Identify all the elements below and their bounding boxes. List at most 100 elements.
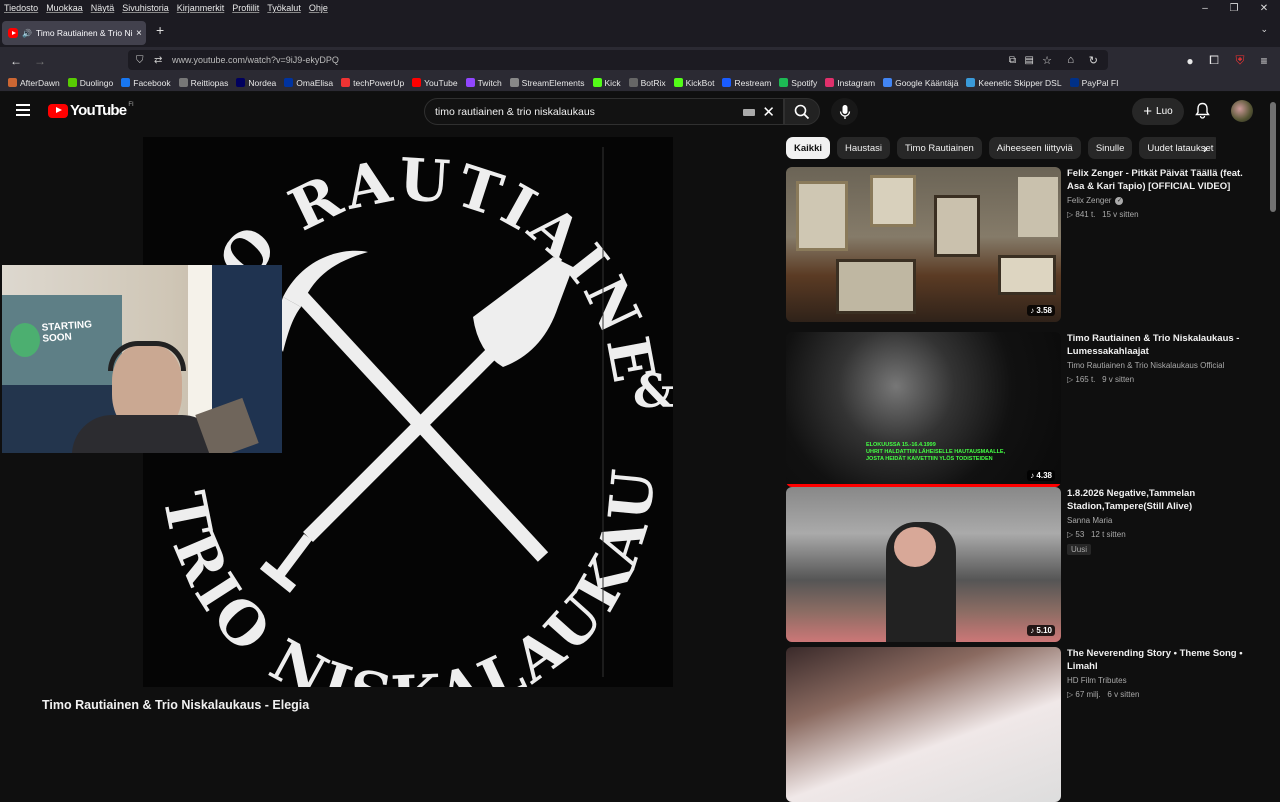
forward-arrow-icon[interactable]: →	[30, 47, 50, 74]
search-input[interactable]: timo rautiainen & trio niskalaukaus ✕	[424, 98, 784, 125]
recommendation-item[interactable]: ♪ 3.58 Felix Zenger - Pitkät Päivät Tääll…	[786, 167, 1256, 322]
upload-age: 6 v sitten	[1107, 690, 1140, 699]
menu-item[interactable]: Työkalut	[267, 3, 301, 13]
recommendation-item[interactable]: ELOKUUSSA 15.-16.4.1999 UHRIT HALDATTIIN …	[786, 332, 1256, 487]
upload-age: 9 v sitten	[1102, 375, 1135, 384]
minimize-button[interactable]: –	[1190, 0, 1220, 16]
voice-search-button[interactable]	[831, 98, 858, 125]
bookmark-favicon-icon	[412, 78, 422, 87]
recommendation-item[interactable]: The Neverending Story • Theme Song • Lim…	[786, 647, 1256, 802]
list-tabs-chevron-icon[interactable]: ⌄	[1260, 24, 1268, 35]
bookmark-label: StreamElements	[521, 77, 585, 88]
scrollbar[interactable]	[1270, 102, 1276, 212]
bookmark-item[interactable]: Keenetic Skipper DSL	[966, 78, 1062, 88]
recommendation-title[interactable]: Timo Rautiainen & Trio Niskalaukaus - Lu…	[1067, 332, 1247, 358]
new-tab-button[interactable]: +	[156, 22, 164, 38]
permissions-icon[interactable]: ⇄	[154, 55, 162, 66]
chevron-right-icon[interactable]: ›	[1203, 140, 1208, 156]
bookmark-item[interactable]: Reittiopas	[178, 78, 228, 88]
account-icon[interactable]: ●	[1180, 47, 1200, 74]
recommendation-title[interactable]: 1.8.2026 Negative,Tammelan Stadion,Tampe…	[1067, 487, 1247, 513]
chip-2[interactable]: Timo Rautiainen	[896, 137, 982, 159]
bookmark-item[interactable]: Spotify	[779, 78, 817, 88]
duration-badge: ♪ 4.38	[1027, 470, 1055, 481]
bookmark-item[interactable]: Facebook	[121, 78, 171, 88]
channel-name[interactable]: Felix Zenger ✓	[1067, 196, 1247, 205]
notifications-button[interactable]	[1195, 102, 1210, 124]
restore-button[interactable]: ❐	[1219, 0, 1249, 16]
menu-item[interactable]: Tiedosto	[4, 3, 38, 13]
reload-icon[interactable]: ↻	[1089, 54, 1098, 67]
clear-search-icon[interactable]: ✕	[762, 103, 775, 121]
chip-0[interactable]: Kaikki	[786, 137, 830, 159]
keyboard-icon[interactable]	[743, 109, 755, 116]
bookmark-item[interactable]: AfterDawn	[8, 78, 60, 88]
menu-item[interactable]: Sivuhistoria	[122, 3, 169, 13]
bookmark-item[interactable]: OmaElisa	[284, 78, 333, 88]
address-bar[interactable]: ⛉ ⇄ www.youtube.com/watch?v=9iJ9-ekyDPQ …	[128, 50, 1108, 70]
channel-name[interactable]: Sanna Maria	[1067, 516, 1247, 525]
guide-menu-icon[interactable]	[16, 104, 30, 116]
search-button[interactable]	[784, 98, 820, 125]
close-tab-icon[interactable]: ×	[136, 28, 142, 39]
youtube-logo[interactable]: YouTube FI	[48, 102, 134, 119]
menu-item[interactable]: Ohje	[309, 3, 328, 13]
bookmark-item[interactable]: Twitch	[465, 78, 502, 88]
bookmark-item[interactable]: Instagram	[825, 78, 875, 88]
thumbnail[interactable]: ♪ 5.10	[786, 487, 1061, 642]
menu-item[interactable]: Näytä	[91, 3, 115, 13]
tab-youtube[interactable]: 🔊 Timo Rautiainen & Trio Nis ×	[2, 21, 146, 45]
bookmark-item[interactable]: KickBot	[673, 78, 714, 88]
bookmark-item[interactable]: StreamElements	[509, 77, 585, 88]
bookmark-item[interactable]: BotRix	[628, 78, 666, 88]
stats-line: ▷ 841 t. 15 v sitten	[1067, 210, 1247, 219]
search-query[interactable]: timo rautiainen & trio niskalaukaus	[435, 106, 595, 118]
create-button[interactable]: + Luo	[1132, 98, 1184, 125]
bookmark-item[interactable]: Google Kääntäjä	[883, 78, 958, 88]
upload-age: 12 t sitten	[1090, 530, 1126, 539]
shield-icon[interactable]: ⛉	[136, 55, 144, 66]
screenshot-icon[interactable]: ⧉	[1009, 55, 1016, 66]
chip-4[interactable]: Sinulle	[1087, 137, 1133, 159]
thumbnail[interactable]	[786, 647, 1061, 802]
close-window-button[interactable]: ✕	[1249, 0, 1279, 16]
bookmark-favicon-icon	[883, 78, 893, 87]
extensions-icon[interactable]: ⧠	[1204, 47, 1224, 74]
bookmark-label: PayPal FI	[1081, 77, 1119, 88]
menu-item[interactable]: Profiilit	[232, 3, 259, 13]
bookmark-item[interactable]: Kick	[592, 78, 621, 88]
bookmark-item[interactable]: Duolingo	[67, 78, 113, 88]
avatar[interactable]	[1231, 100, 1253, 122]
caption-line: JOSTA HEIDÄT KAIVETTIIN YLÖS TODISTEIDEN	[866, 456, 993, 462]
ublock-icon[interactable]: ⛨	[1230, 47, 1250, 74]
view-count: ▷ 165 t.	[1067, 375, 1096, 384]
recommendation-title[interactable]: The Neverending Story • Theme Song • Lim…	[1067, 647, 1247, 673]
channel-name[interactable]: Timo Rautiainen & Trio Niskalaukaus Offi…	[1067, 361, 1247, 370]
thumbnail[interactable]: ELOKUUSSA 15.-16.4.1999 UHRIT HALDATTIIN …	[786, 332, 1061, 487]
bookmark-item[interactable]: Restream	[722, 78, 771, 88]
microphone-icon	[839, 104, 850, 119]
bookmark-star-icon[interactable]: ☆	[1042, 54, 1052, 67]
bookmark-label: Google Kääntäjä	[895, 77, 959, 88]
bookmark-item[interactable]: PayPal FI	[1069, 77, 1119, 88]
speaker-icon[interactable]: 🔊	[22, 29, 32, 38]
recommendation-title[interactable]: Felix Zenger - Pitkät Päivät Täällä (fea…	[1067, 167, 1247, 193]
thumbnail[interactable]: ♪ 3.58	[786, 167, 1061, 322]
menu-item[interactable]: Muokkaa	[46, 3, 83, 13]
bookmark-item[interactable]: YouTube	[412, 78, 458, 88]
bookmark-label: AfterDawn	[20, 77, 60, 88]
caption-line: UHRIT HALDATTIIN LÄHEISELLE HAUTAUSMAALL…	[866, 449, 1006, 455]
recommendation-item[interactable]: ♪ 5.10 1.8.2026 Negative,Tammelan Stadion…	[786, 487, 1256, 642]
chip-1[interactable]: Haustasi	[837, 137, 890, 159]
menu-item[interactable]: Kirjanmerkit	[177, 3, 225, 13]
bookmark-item[interactable]: techPowerUp	[341, 78, 404, 88]
app-menu-icon[interactable]: ≡	[1254, 47, 1274, 74]
chip-3[interactable]: Aiheeseen liittyviä	[988, 137, 1081, 159]
home-icon[interactable]: ⌂	[1067, 54, 1074, 66]
channel-name[interactable]: HD Film Tributes	[1067, 676, 1247, 685]
back-arrow-icon[interactable]: ←	[6, 47, 26, 74]
bookmark-item[interactable]: Nordea	[236, 78, 276, 88]
view-count: ▷ 53	[1067, 530, 1085, 539]
url-text[interactable]: www.youtube.com/watch?v=9iJ9-ekyDPQ	[172, 55, 339, 65]
reader-view-icon[interactable]: ▤	[1025, 55, 1034, 66]
